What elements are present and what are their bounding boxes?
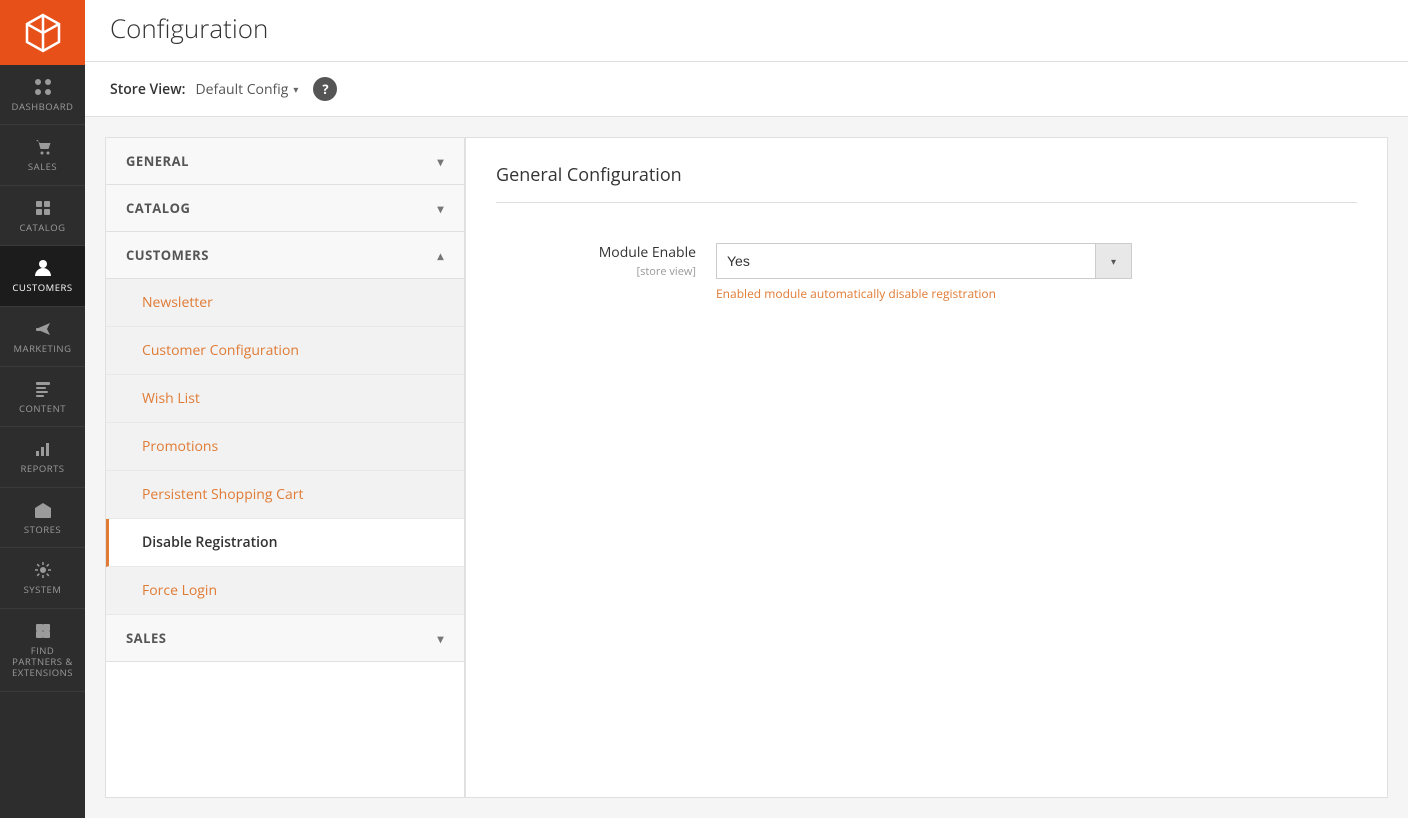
sidebar-item-reports[interactable]: REPORTS bbox=[0, 427, 85, 487]
sidebar-item-extensions[interactable]: FIND PARTNERS & EXTENSIONS bbox=[0, 609, 85, 692]
form-field-module-enable: Yes No ▾ Enabled module automatically di… bbox=[716, 243, 1357, 302]
sub-item-force-login[interactable]: Force Login bbox=[106, 567, 464, 615]
sub-item-disable-registration[interactable]: Disable Registration bbox=[106, 519, 464, 567]
store-view-dropdown[interactable]: Default Config ▾ bbox=[195, 80, 298, 99]
sidebar-item-marketing[interactable]: MARKETING bbox=[0, 307, 85, 367]
chevron-catalog: ▾ bbox=[437, 200, 444, 217]
sales-icon bbox=[33, 137, 53, 157]
extensions-icon bbox=[33, 621, 53, 641]
config-section-title: General Configuration bbox=[496, 163, 1357, 203]
main-content: Configuration Store View: Default Config… bbox=[85, 0, 1408, 818]
sidebar-item-label-content: CONTENT bbox=[19, 403, 66, 414]
customers-sub-items: Newsletter Customer Configuration Wish L… bbox=[106, 279, 464, 615]
sidebar-item-dashboard[interactable]: DASHBOARD bbox=[0, 65, 85, 125]
section-label-catalog: CATALOG bbox=[126, 199, 190, 217]
select-arrow-button[interactable]: ▾ bbox=[1096, 243, 1132, 279]
help-button[interactable]: ? bbox=[313, 77, 337, 101]
section-header-catalog[interactable]: CATALOG ▾ bbox=[106, 185, 464, 232]
field-sublabel-module-enable: [store view] bbox=[496, 264, 696, 279]
section-header-customers[interactable]: CUSTOMERS ▴ bbox=[106, 232, 464, 279]
dashboard-icon bbox=[33, 77, 53, 97]
sub-item-wish-list[interactable]: Wish List bbox=[106, 375, 464, 423]
section-label-general: GENERAL bbox=[126, 152, 189, 170]
module-enable-select[interactable]: Yes No bbox=[716, 243, 1096, 279]
sidebar-item-label-stores: STORES bbox=[24, 524, 61, 535]
sub-item-promotions[interactable]: Promotions bbox=[106, 423, 464, 471]
chevron-sales: ▾ bbox=[437, 630, 444, 647]
chevron-customers: ▴ bbox=[437, 247, 444, 264]
config-right-content: General Configuration Module Enable [sto… bbox=[465, 137, 1388, 798]
sidebar-item-label-dashboard: DASHBOARD bbox=[12, 101, 74, 112]
section-label-customers: CUSTOMERS bbox=[126, 246, 209, 264]
sidebar-item-catalog[interactable]: CATALOG bbox=[0, 186, 85, 246]
reports-icon bbox=[33, 439, 53, 459]
customers-icon bbox=[33, 258, 53, 278]
sidebar-item-label-customers: CUSTOMERS bbox=[12, 282, 72, 293]
sidebar-item-sales[interactable]: SALES bbox=[0, 125, 85, 185]
section-header-sales[interactable]: SALES ▾ bbox=[106, 615, 464, 662]
sidebar-item-customers[interactable]: CUSTOMERS bbox=[0, 246, 85, 306]
sidebar-item-label-system: SYSTEM bbox=[24, 584, 62, 595]
store-view-bar: Store View: Default Config ▾ ? bbox=[85, 62, 1408, 117]
section-label-sales: SALES bbox=[126, 629, 166, 647]
sidebar-item-label-marketing: MARKETING bbox=[14, 343, 72, 354]
field-label-module-enable: Module Enable bbox=[496, 243, 696, 262]
form-label-group: Module Enable [store view] bbox=[496, 243, 716, 279]
marketing-icon bbox=[33, 319, 53, 339]
sidebar-item-system[interactable]: SYSTEM bbox=[0, 548, 85, 608]
field-hint-module-enable: Enabled module automatically disable reg… bbox=[716, 285, 1357, 302]
sub-item-persistent-shopping-cart[interactable]: Persistent Shopping Cart bbox=[106, 471, 464, 519]
sidebar-item-label-sales: SALES bbox=[28, 161, 57, 172]
store-view-label: Store View: bbox=[110, 80, 185, 99]
store-view-value: Default Config bbox=[195, 80, 288, 99]
page-title: Configuration bbox=[85, 0, 1408, 61]
sub-item-customer-configuration[interactable]: Customer Configuration bbox=[106, 327, 464, 375]
sidebar-item-label-extensions: FIND PARTNERS & EXTENSIONS bbox=[5, 645, 80, 679]
content-icon bbox=[33, 379, 53, 399]
magento-logo bbox=[0, 0, 85, 65]
sidebar-item-content[interactable]: CONTENT bbox=[0, 367, 85, 427]
section-header-general[interactable]: GENERAL ▾ bbox=[106, 138, 464, 185]
sidebar: DASHBOARD SALES CATALOG CUSTOMERS MARKET… bbox=[0, 0, 85, 818]
sidebar-item-stores[interactable]: STORES bbox=[0, 488, 85, 548]
sub-item-newsletter[interactable]: Newsletter bbox=[106, 279, 464, 327]
sidebar-item-label-reports: REPORTS bbox=[20, 463, 64, 474]
config-layout: GENERAL ▾ CATALOG ▾ CUSTOMERS ▴ Newslett… bbox=[85, 117, 1408, 818]
config-left-panel: GENERAL ▾ CATALOG ▾ CUSTOMERS ▴ Newslett… bbox=[105, 137, 465, 798]
chevron-general: ▾ bbox=[437, 153, 444, 170]
system-icon bbox=[33, 560, 53, 580]
sidebar-item-label-catalog: CATALOG bbox=[20, 222, 66, 233]
select-wrapper-module-enable: Yes No ▾ bbox=[716, 243, 1357, 279]
catalog-icon bbox=[33, 198, 53, 218]
form-row-module-enable: Module Enable [store view] Yes No ▾ Enab… bbox=[496, 228, 1357, 317]
store-view-arrow: ▾ bbox=[293, 82, 298, 96]
stores-icon bbox=[33, 500, 53, 520]
